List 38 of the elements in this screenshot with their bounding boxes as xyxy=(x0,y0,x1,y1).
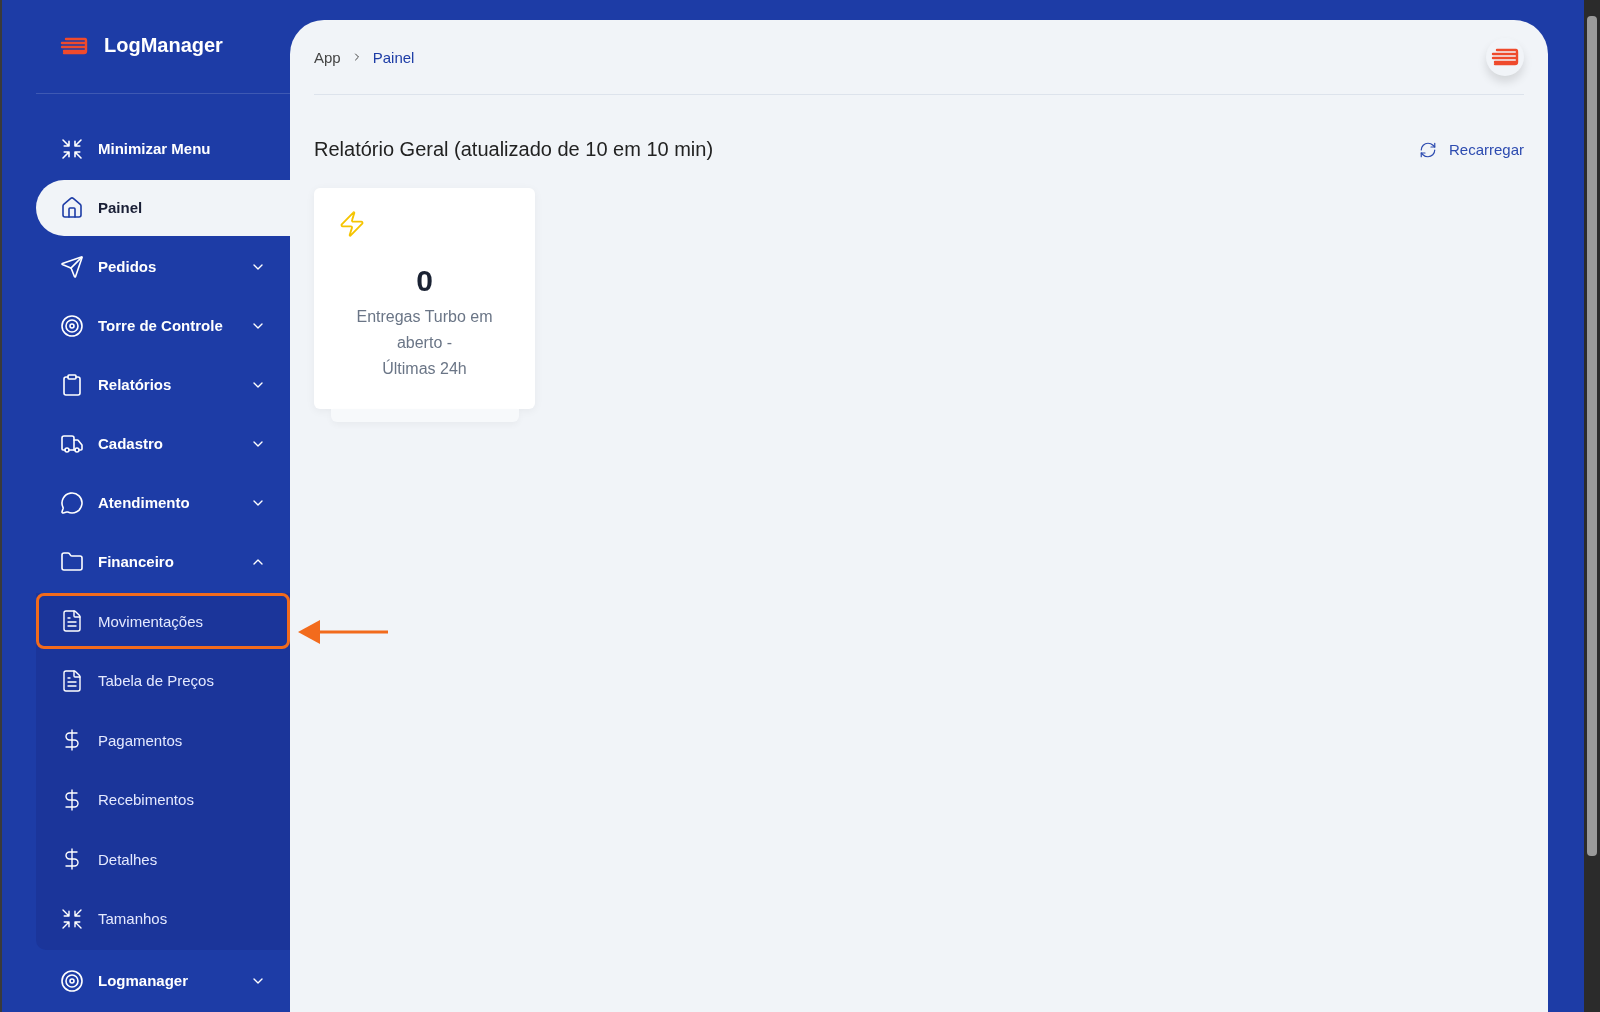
submenu-item[interactable]: Pagamentos xyxy=(36,712,290,769)
sidebar-item[interactable]: Minimizar Menu xyxy=(36,121,290,177)
home-icon xyxy=(60,195,84,220)
stat-label: Entregas Turbo em aberto - Últimas 24h xyxy=(356,307,493,379)
scrollbar[interactable] xyxy=(1584,0,1600,1012)
paper-plane-icon xyxy=(60,254,84,279)
breadcrumb-link[interactable]: App xyxy=(314,48,341,66)
submenu-item[interactable]: Movimentações xyxy=(36,593,290,650)
stat-value: 0 xyxy=(416,264,433,298)
sidebar-item[interactable]: Painel xyxy=(36,180,290,236)
sidebar-item[interactable]: Torre de Controle xyxy=(36,298,290,354)
submenu-item[interactable]: Tamanhos xyxy=(36,890,290,947)
section-title: Relatório Geral (atualizado de 10 em 10 min) xyxy=(314,138,714,161)
breadcrumb-link[interactable]: Painel xyxy=(372,48,415,66)
submenu-item[interactable]: Recebimentos xyxy=(36,771,290,828)
submenu-item[interactable]: Detalhes xyxy=(36,831,290,888)
lightning-icon xyxy=(338,210,366,238)
sidebar-item[interactable]: Financeiro xyxy=(36,534,290,590)
shrink-icon xyxy=(60,136,84,161)
submenu-item[interactable]: Tabela de Preços xyxy=(36,652,290,709)
chat-bubble-icon xyxy=(60,490,84,515)
refresh-icon xyxy=(1418,140,1437,159)
brand-name: LogManager xyxy=(104,34,223,58)
sidebar-item[interactable]: Cadastro xyxy=(36,416,290,472)
document-icon xyxy=(60,609,84,634)
logo-icon xyxy=(1491,48,1519,66)
logo-button[interactable] xyxy=(1486,38,1524,76)
reload-button[interactable]: Recarregar xyxy=(1418,140,1524,159)
sidebar-item[interactable]: Atendimento xyxy=(36,475,290,531)
target-icon xyxy=(60,313,84,338)
sidebar-item[interactable]: Logmanager xyxy=(36,953,290,1009)
target-icon xyxy=(60,968,84,993)
logo-icon xyxy=(60,36,88,55)
sidebar-item[interactable]: Pedidos xyxy=(36,239,290,295)
clipboard-icon xyxy=(60,372,84,397)
folder-icon xyxy=(60,549,84,574)
document-icon xyxy=(60,668,84,693)
sidebar-item[interactable]: Relatórios xyxy=(36,357,290,413)
